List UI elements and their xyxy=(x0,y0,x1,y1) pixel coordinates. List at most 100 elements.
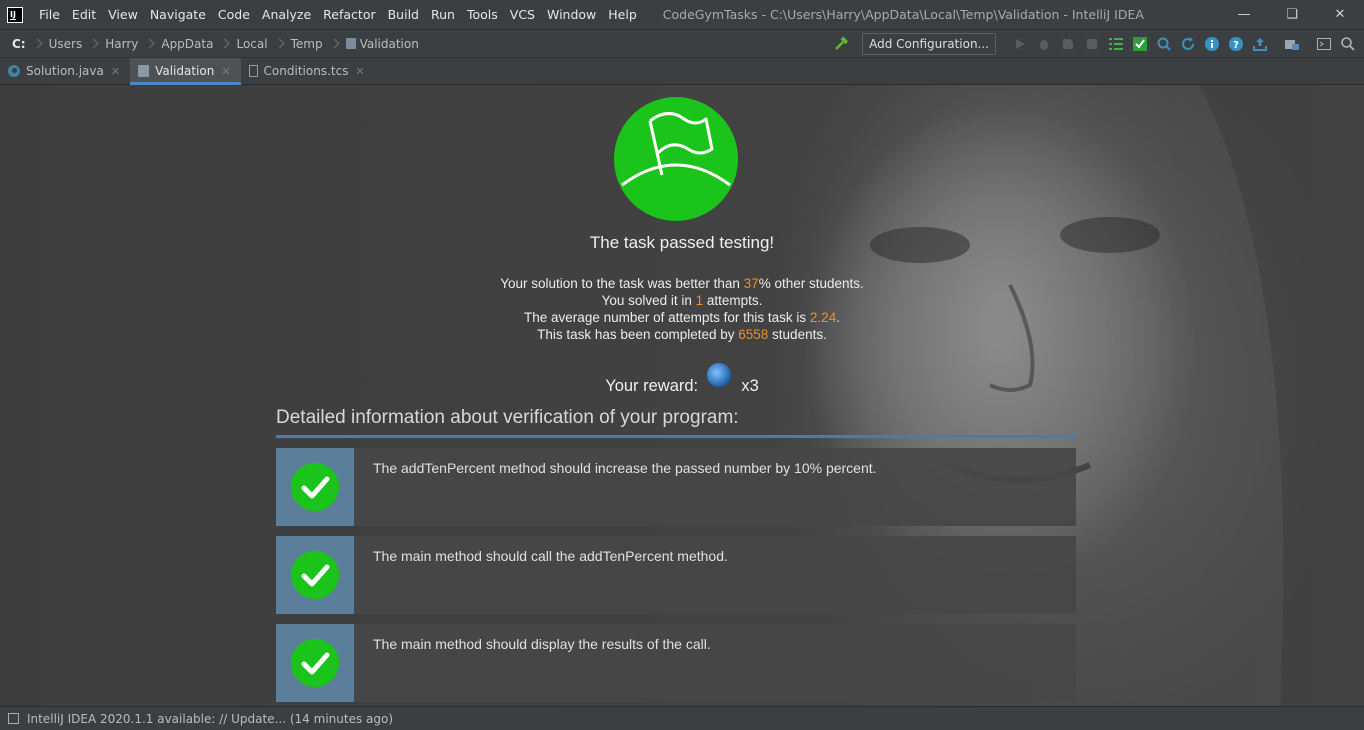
details-heading: Detailed information about verification … xyxy=(276,407,1076,438)
menu-vcs[interactable]: VCS xyxy=(504,0,541,29)
run-icon[interactable] xyxy=(1010,34,1030,54)
chevron-right-icon xyxy=(144,38,155,49)
verify-check-icon[interactable] xyxy=(1130,34,1150,54)
search-icon[interactable] xyxy=(1338,34,1358,54)
menu-tools[interactable]: Tools xyxy=(461,0,504,29)
title-bar: IJ File Edit View Navigate Code Analyze … xyxy=(0,0,1364,29)
close-tab-icon[interactable]: ✕ xyxy=(221,65,230,78)
terminal-icon[interactable] xyxy=(1314,34,1334,54)
verification-text: The main method should call the addTenPe… xyxy=(373,548,728,564)
crumb-temp[interactable]: Temp xyxy=(285,37,329,51)
verification-status-cell xyxy=(276,536,354,614)
result-title: The task passed testing! xyxy=(589,233,775,252)
close-icon[interactable]: ✕ xyxy=(1316,0,1364,29)
chevron-right-icon xyxy=(88,38,99,49)
search-task-icon[interactable] xyxy=(1154,34,1174,54)
stat-text: % other students. xyxy=(758,276,864,291)
intellij-logo-icon[interactable]: IJ xyxy=(7,6,23,23)
tab-label: Solution.java xyxy=(26,64,104,78)
validation-file-icon xyxy=(345,37,356,49)
verification-item: The addTenPercent method should increase… xyxy=(276,448,1076,526)
menu-navigate[interactable]: Navigate xyxy=(144,0,212,29)
check-passed-icon xyxy=(291,639,339,687)
reward-multiplier: x3 xyxy=(741,377,759,395)
refresh-icon[interactable] xyxy=(1178,34,1198,54)
menu-help[interactable]: Help xyxy=(602,0,643,29)
verification-text: The main method should display the resul… xyxy=(373,636,711,652)
menu-view[interactable]: View xyxy=(102,0,144,29)
reward-label: Your reward: xyxy=(605,377,699,395)
menu-run[interactable]: Run xyxy=(425,0,461,29)
verification-status-cell xyxy=(276,624,354,702)
verification-text: The addTenPercent method should increase… xyxy=(373,460,877,476)
menu-refactor[interactable]: Refactor xyxy=(317,0,381,29)
stat-text: Your solution to the task was better tha… xyxy=(500,276,744,291)
help-icon[interactable]: ? xyxy=(1226,34,1246,54)
check-passed-icon xyxy=(291,551,339,599)
chevron-right-icon xyxy=(274,38,285,49)
stat-attempts: You solved it in 1 attempts. xyxy=(0,292,1364,309)
coverage-icon[interactable] xyxy=(1058,34,1078,54)
dark-matter-coin-icon xyxy=(706,363,731,387)
crumb-harry[interactable]: Harry xyxy=(99,37,144,51)
chevron-right-icon xyxy=(329,38,340,49)
minimize-icon[interactable]: — xyxy=(1220,0,1268,29)
crumb-appdata[interactable]: AppData xyxy=(155,37,219,51)
editor-tabs: Solution.java ✕ Validation ✕ Conditions.… xyxy=(0,58,1364,85)
status-message[interactable]: IntelliJ IDEA 2020.1.1 available: // Upd… xyxy=(27,712,393,726)
validation-file-icon xyxy=(138,65,150,77)
stat-text: The average number of attempts for this … xyxy=(524,310,810,325)
status-bar: IntelliJ IDEA 2020.1.1 available: // Upd… xyxy=(0,706,1364,730)
stat-completed-by: This task has been completed by 6558 stu… xyxy=(0,326,1364,343)
navigation-bar: C: Users Harry AppData Local Temp Valida… xyxy=(0,29,1364,58)
check-passed-icon xyxy=(291,463,339,511)
menu-build[interactable]: Build xyxy=(382,0,425,29)
menu-edit[interactable]: Edit xyxy=(66,0,102,29)
window-title: CodeGymTasks - C:\Users\Harry\AppData\Lo… xyxy=(662,7,1144,22)
crumb-local[interactable]: Local xyxy=(230,37,273,51)
close-tab-icon[interactable]: ✕ xyxy=(355,65,364,78)
restore-icon[interactable]: ❏ xyxy=(1268,0,1316,29)
stat-text: students. xyxy=(768,327,827,342)
crumb-users[interactable]: Users xyxy=(43,37,89,51)
crumb-validation[interactable]: Validation xyxy=(340,37,425,51)
verification-status-cell xyxy=(276,448,354,526)
stat-value: 37 xyxy=(743,276,759,291)
tab-label: Validation xyxy=(155,64,215,78)
reward: Your reward: x3 xyxy=(0,363,1364,396)
java-class-icon xyxy=(8,65,20,77)
add-configuration-button[interactable]: Add Configuration... xyxy=(862,33,996,55)
menu-file[interactable]: File xyxy=(33,0,66,29)
info-icon[interactable] xyxy=(1202,34,1222,54)
menu-window[interactable]: Window xyxy=(541,0,602,29)
project-structure-icon[interactable] xyxy=(1282,34,1302,54)
tab-label: Conditions.tcs xyxy=(263,64,349,78)
build-hammer-icon[interactable] xyxy=(832,34,852,54)
tab-validation[interactable]: Validation ✕ xyxy=(130,58,242,85)
result-stats: Your solution to the task was better tha… xyxy=(0,275,1364,343)
svg-text:?: ? xyxy=(1233,40,1239,51)
stat-average-attempts: The average number of attempts for this … xyxy=(0,309,1364,326)
close-tab-icon[interactable]: ✕ xyxy=(111,65,120,78)
tab-solution-java[interactable]: Solution.java ✕ xyxy=(0,58,130,84)
tab-conditions-tcs[interactable]: Conditions.tcs ✕ xyxy=(241,58,375,84)
menu-code[interactable]: Code xyxy=(212,0,256,29)
crumb-drive[interactable]: C: xyxy=(6,37,32,51)
menu-analyze[interactable]: Analyze xyxy=(256,0,317,29)
verification-list: The addTenPercent method should increase… xyxy=(276,448,1076,706)
breadcrumb: C: Users Harry AppData Local Temp Valida… xyxy=(0,37,425,51)
stat-value: 6558 xyxy=(738,327,769,342)
stat-text: This task has been completed by xyxy=(537,327,739,342)
flag-badge-icon xyxy=(614,97,738,221)
stat-text: attempts. xyxy=(703,293,763,308)
toggle-tool-windows-icon[interactable] xyxy=(8,713,19,724)
validation-panel[interactable]: The task passed testing! Your solution t… xyxy=(0,85,1364,706)
debug-icon[interactable] xyxy=(1034,34,1054,54)
crumb-validation-label: Validation xyxy=(359,36,419,51)
stat-value: 2.24 xyxy=(809,310,837,325)
upload-icon[interactable] xyxy=(1250,34,1270,54)
stop-icon[interactable] xyxy=(1082,34,1102,54)
task-list-icon[interactable] xyxy=(1106,34,1126,54)
toolbar: Add Configuration... ? xyxy=(832,30,1358,58)
verification-item: The main method should call the addTenPe… xyxy=(276,536,1076,614)
